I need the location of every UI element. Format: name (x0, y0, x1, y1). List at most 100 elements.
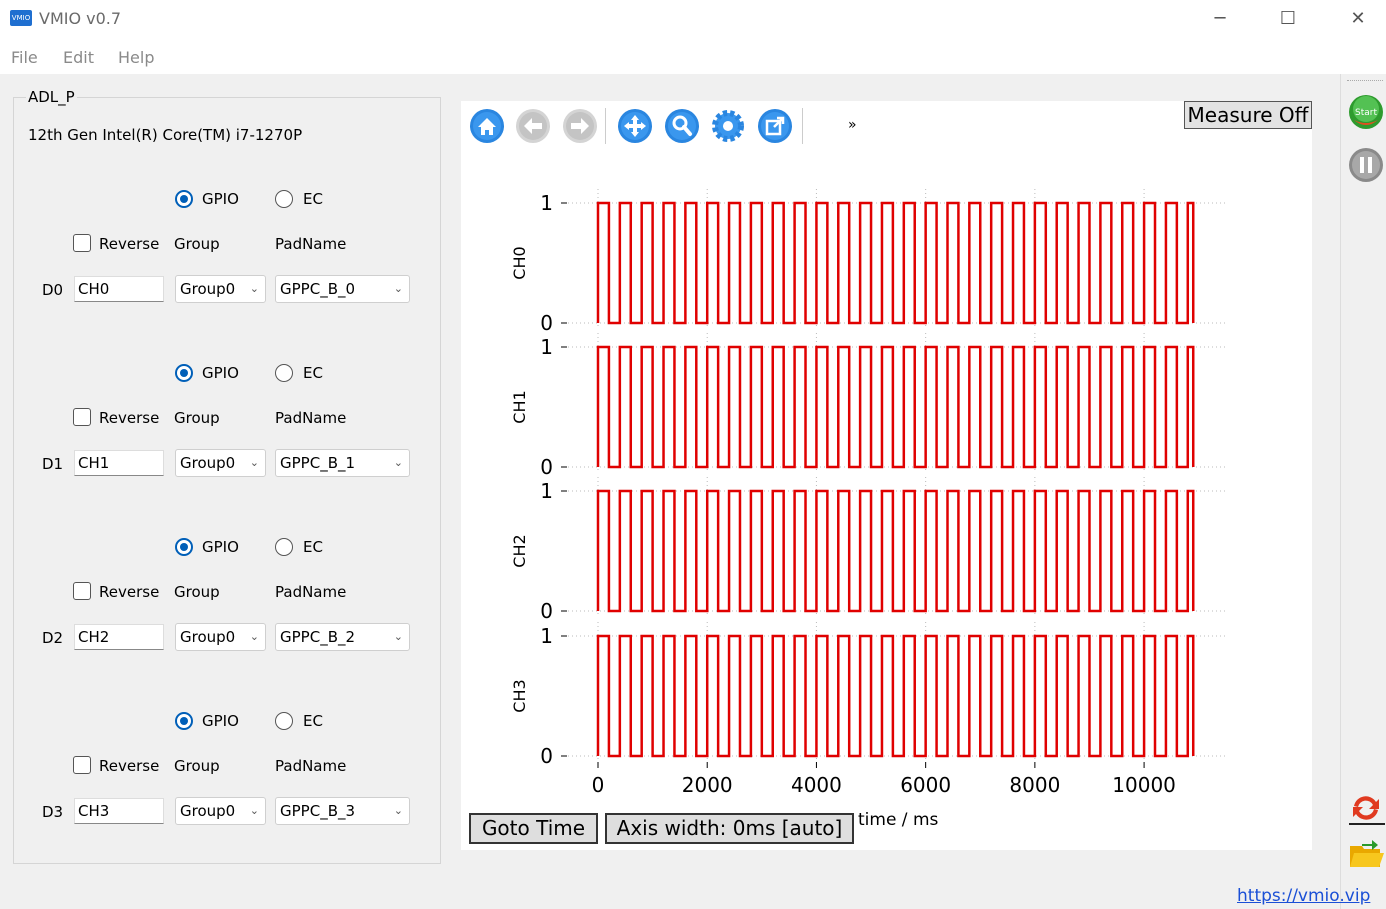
menu-edit[interactable]: Edit (63, 48, 94, 67)
x-tick-label: 6000 (900, 773, 951, 797)
x-tick-label: 10000 (1112, 773, 1176, 797)
gpio-label: GPIO (202, 190, 239, 208)
waveform-trace (596, 489, 1195, 613)
group-select[interactable]: Group0 ⌄ (175, 623, 266, 651)
y-tick-label: 0 (540, 311, 553, 335)
chevron-down-icon: ⌄ (393, 282, 403, 295)
group-select[interactable]: Group0 ⌄ (175, 449, 266, 477)
y-tick-label: 1 (540, 624, 553, 648)
reverse-label: Reverse (99, 757, 160, 775)
padname-column-label: PadName (275, 235, 347, 253)
gpio-radio[interactable] (175, 538, 193, 556)
menu-help[interactable]: Help (118, 48, 154, 67)
reverse-checkbox[interactable] (73, 582, 91, 600)
open-folder-icon[interactable] (1348, 834, 1384, 870)
start-icon[interactable]: Start (1348, 94, 1384, 130)
axis-width-button[interactable]: Axis width: 0ms [auto] (605, 813, 854, 844)
maximize-button[interactable]: ☐ (1265, 0, 1311, 38)
ec-radio[interactable] (275, 538, 293, 556)
forward-arrow-icon[interactable] (562, 108, 598, 144)
cpu-label: 12th Gen Intel(R) Core(TM) i7-1270P (28, 126, 303, 144)
ec-radio[interactable] (275, 712, 293, 730)
x-tick-label: 4000 (791, 773, 842, 797)
channel-axis-label: CH3 (510, 679, 529, 712)
waveform-trace (596, 345, 1195, 469)
minimize-button[interactable]: ─ (1197, 0, 1243, 38)
channel-axis-label: CH2 (510, 534, 529, 567)
website-link[interactable]: https://vmio.vip (1237, 886, 1370, 906)
reverse-label: Reverse (99, 583, 160, 601)
pause-icon[interactable] (1348, 147, 1384, 183)
channel-axis-label: CH1 (510, 390, 529, 423)
measure-toggle-button[interactable]: Measure Off (1184, 101, 1312, 129)
reverse-checkbox[interactable] (73, 234, 91, 252)
chevron-down-icon: ⌄ (393, 630, 403, 643)
group-select[interactable]: Group0 ⌄ (175, 275, 266, 303)
padname-column-label: PadName (275, 409, 347, 427)
channel-name-input[interactable]: CH2 (74, 624, 164, 650)
gpio-radio[interactable] (175, 712, 193, 730)
gpio-radio[interactable] (175, 364, 193, 382)
menu-file[interactable]: File (11, 48, 38, 67)
padname-select[interactable]: GPPC_B_2 ⌄ (275, 623, 410, 651)
ec-label: EC (303, 190, 323, 208)
sidebar-grip (1347, 80, 1383, 81)
group-select-value: Group0 (180, 628, 236, 646)
padname-select[interactable]: GPPC_B_0 ⌄ (275, 275, 410, 303)
group-select-value: Group0 (180, 280, 236, 298)
group-column-label: Group (174, 583, 220, 601)
export-icon[interactable] (757, 108, 793, 144)
subplot-ch1: 0 1 CH1 (510, 333, 1228, 479)
refresh-icon[interactable] (1348, 790, 1384, 826)
home-icon[interactable] (469, 108, 505, 144)
waveform-trace (596, 201, 1195, 325)
settings-icon[interactable] (710, 108, 746, 144)
channel-name-input[interactable]: CH1 (74, 450, 164, 476)
group-column-label: Group (174, 409, 220, 427)
pan-icon[interactable] (617, 108, 653, 144)
ec-label: EC (303, 364, 323, 382)
group-select[interactable]: Group0 ⌄ (175, 797, 266, 825)
chevron-down-icon: ⌄ (393, 456, 403, 469)
padname-select[interactable]: GPPC_B_3 ⌄ (275, 797, 410, 825)
gpio-label: GPIO (202, 712, 239, 730)
subplot-ch3: 0 1 CH3 (510, 622, 1228, 768)
sidebar-divider (1349, 823, 1385, 825)
y-tick-label: 0 (540, 599, 553, 623)
chevron-down-icon: ⌄ (393, 804, 403, 817)
waveform-chart[interactable]: 01CH001CH101CH201CH30 2000 4000 6000 8000 100… (461, 150, 1312, 850)
close-button[interactable]: ✕ (1335, 0, 1381, 38)
x-tick-label: 2000 (682, 773, 733, 797)
app-logo-icon: VMIO (10, 10, 32, 26)
ec-label: EC (303, 538, 323, 556)
channel-index-label: D1 (42, 455, 64, 473)
channel-name-input[interactable]: CH3 (74, 798, 164, 824)
channel-index-label: D2 (42, 629, 64, 647)
window-title: VMIO v0.7 (39, 9, 122, 28)
zoom-icon[interactable] (664, 108, 700, 144)
ec-radio[interactable] (275, 364, 293, 382)
reverse-checkbox[interactable] (73, 756, 91, 774)
padname-column-label: PadName (275, 583, 347, 601)
subplot-ch2: 0 1 CH2 (510, 477, 1228, 623)
goto-time-button[interactable]: Goto Time (469, 813, 598, 844)
x-tick-label: 0 (592, 773, 605, 797)
title-bar: VMIO VMIO v0.7 ─ ☐ ✕ (0, 0, 1386, 38)
reverse-checkbox[interactable] (73, 408, 91, 426)
padname-select[interactable]: GPPC_B_1 ⌄ (275, 449, 410, 477)
y-tick-label: 1 (540, 335, 553, 359)
toolbar-overflow-button[interactable]: » (848, 117, 857, 133)
chevron-down-icon: ⌄ (249, 804, 259, 817)
y-tick-label: 0 (540, 744, 553, 768)
gpio-radio[interactable] (175, 190, 193, 208)
channel-name-input[interactable]: CH0 (74, 276, 164, 302)
toolbar-separator (605, 108, 606, 144)
x-tick-label: 8000 (1009, 773, 1060, 797)
back-arrow-icon[interactable] (515, 108, 551, 144)
ec-radio[interactable] (275, 190, 293, 208)
group-column-label: Group (174, 235, 220, 253)
toolbar-separator (802, 108, 803, 144)
app-window: VMIO VMIO v0.7 ─ ☐ ✕ File Edit Help ADL_… (0, 0, 1386, 909)
group-select-value: Group0 (180, 454, 236, 472)
group-select-value: Group0 (180, 802, 236, 820)
